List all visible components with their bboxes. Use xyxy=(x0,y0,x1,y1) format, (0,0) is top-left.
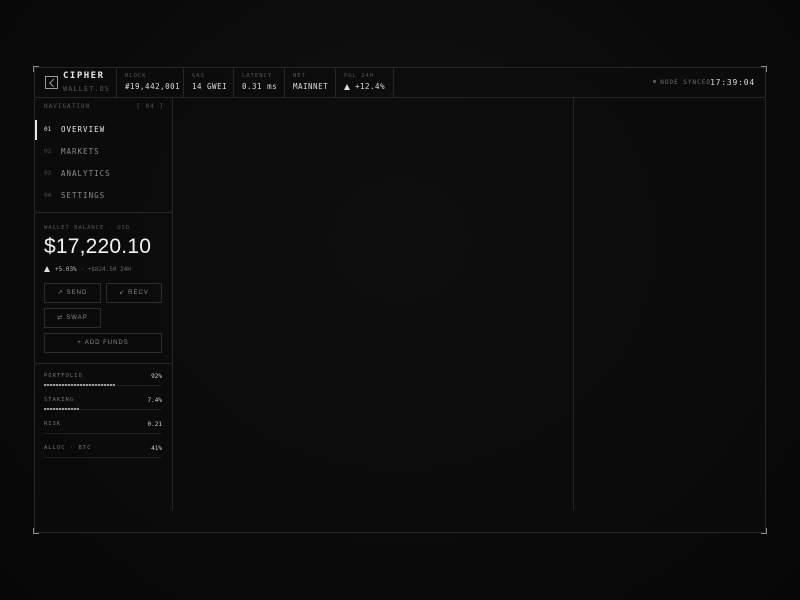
stat-value: +12.4% xyxy=(344,82,385,91)
progress-fill xyxy=(44,384,115,386)
arrow-down-left-icon: ↙ xyxy=(119,290,126,296)
metric-name: ALLOC · BTC xyxy=(44,445,92,451)
clock: 17:39:04 xyxy=(710,78,755,87)
nav-item-analytics[interactable]: 03 ANALYTICS xyxy=(35,164,172,184)
wallet-balance-label: WALLET BALANCE · USD xyxy=(44,225,131,231)
wallet-change: +5.03% · +$824.50 24H xyxy=(44,266,131,273)
brand[interactable]: CIPHER WALLET.OS xyxy=(35,68,117,98)
triangle-up-icon xyxy=(44,266,50,272)
nav-title: NAVIGATION xyxy=(44,103,91,110)
metric-value: 0.21 xyxy=(147,421,162,428)
metric-value: 92% xyxy=(151,373,162,380)
divider xyxy=(44,457,162,458)
corner-marker xyxy=(761,528,767,534)
nav-item-settings[interactable]: 04 SETTINGS xyxy=(35,186,172,206)
progress-track xyxy=(44,384,162,386)
logo-icon xyxy=(45,76,58,89)
progress-track xyxy=(44,408,162,410)
nav-item-number: 01 xyxy=(44,126,52,133)
nav-item-label: SETTINGS xyxy=(61,191,106,200)
stat-value: 14 GWEI xyxy=(192,82,228,91)
nav-item-number: 04 xyxy=(44,192,52,199)
wallet-balance: $17,220.10 xyxy=(44,235,152,258)
metric-value: 41% xyxy=(151,445,162,452)
triangle-up-icon xyxy=(344,84,350,90)
nav-item-label: OVERVIEW xyxy=(61,125,106,134)
recv-button[interactable]: ↙ RECV xyxy=(106,283,162,303)
status-dot-icon xyxy=(653,80,657,83)
swap-icon: ⇄ xyxy=(57,315,64,321)
stat-network: NET MAINNET xyxy=(285,68,336,98)
arrow-up-right-icon: ↗ xyxy=(57,290,64,296)
plus-icon: + xyxy=(77,340,82,346)
stat-label: LATENCY xyxy=(242,73,273,79)
stat-latency: LATENCY 0.31 ms xyxy=(234,68,285,98)
node-status-label: NODE SYNCED xyxy=(660,79,711,86)
stat-label: BLOCK xyxy=(125,73,147,79)
stat-label: NET xyxy=(293,73,306,79)
divider xyxy=(44,433,162,434)
progress-fill xyxy=(44,408,80,410)
right-panel xyxy=(574,98,765,510)
recv-button-label: RECV xyxy=(128,290,149,296)
main-content-area xyxy=(173,98,573,510)
brand-name: CIPHER xyxy=(63,71,105,81)
swap-button-label: SWAP xyxy=(66,315,88,321)
stat-value: MAINNET xyxy=(293,82,329,91)
metric-name: PORTFOLIO xyxy=(44,373,83,379)
corner-marker xyxy=(33,528,39,534)
stat-gas: GAS 14 GWEI xyxy=(184,68,234,98)
wallet-panel: WALLET BALANCE · USD $17,220.10 +5.03% ·… xyxy=(35,212,172,364)
change-amount: +$824.50 24H xyxy=(87,266,131,273)
sidebar: NAVIGATION [ 04 ] 01 OVERVIEW 02 MARKETS… xyxy=(35,98,173,510)
node-status: NODE SYNCED xyxy=(653,79,711,86)
nav-header: NAVIGATION [ 04 ] xyxy=(44,103,164,110)
change-percent: +5.03% xyxy=(55,266,77,273)
separator: · xyxy=(80,266,84,273)
top-bar: CIPHER WALLET.OS BLOCK #19,442,001 GAS 1… xyxy=(35,68,765,98)
stat-label: P&L 24H xyxy=(344,73,375,79)
stat-value: 0.31 ms xyxy=(242,82,278,91)
app-window: CIPHER WALLET.OS BLOCK #19,442,001 GAS 1… xyxy=(33,66,767,534)
metric-name: STAKING xyxy=(44,397,75,403)
metric-name: RISK xyxy=(44,421,62,427)
nav-item-markets[interactable]: 02 MARKETS xyxy=(35,142,172,162)
stat-block: BLOCK #19,442,001 xyxy=(117,68,184,98)
pnl-value: +12.4% xyxy=(355,82,386,91)
metric-value: 7.4% xyxy=(147,397,162,404)
stat-value: #19,442,001 xyxy=(125,82,181,91)
nav-item-label: MARKETS xyxy=(61,147,100,156)
nav-count: [ 04 ] xyxy=(136,103,164,110)
nav-item-number: 02 xyxy=(44,148,52,155)
nav-item-label: ANALYTICS xyxy=(61,169,111,178)
nav-item-number: 03 xyxy=(44,170,52,177)
add-funds-button-label: ADD FUNDS xyxy=(84,340,129,346)
stat-pnl: P&L 24H +12.4% xyxy=(336,68,394,98)
nav-item-overview[interactable]: 01 OVERVIEW xyxy=(35,120,172,140)
send-button[interactable]: ↗ SEND xyxy=(44,283,101,303)
send-button-label: SEND xyxy=(66,290,88,296)
brand-subtitle: WALLET.OS xyxy=(63,85,110,93)
swap-button[interactable]: ⇄ SWAP xyxy=(44,308,101,328)
stat-label: GAS xyxy=(192,73,205,79)
add-funds-button[interactable]: + ADD FUNDS xyxy=(44,333,162,353)
